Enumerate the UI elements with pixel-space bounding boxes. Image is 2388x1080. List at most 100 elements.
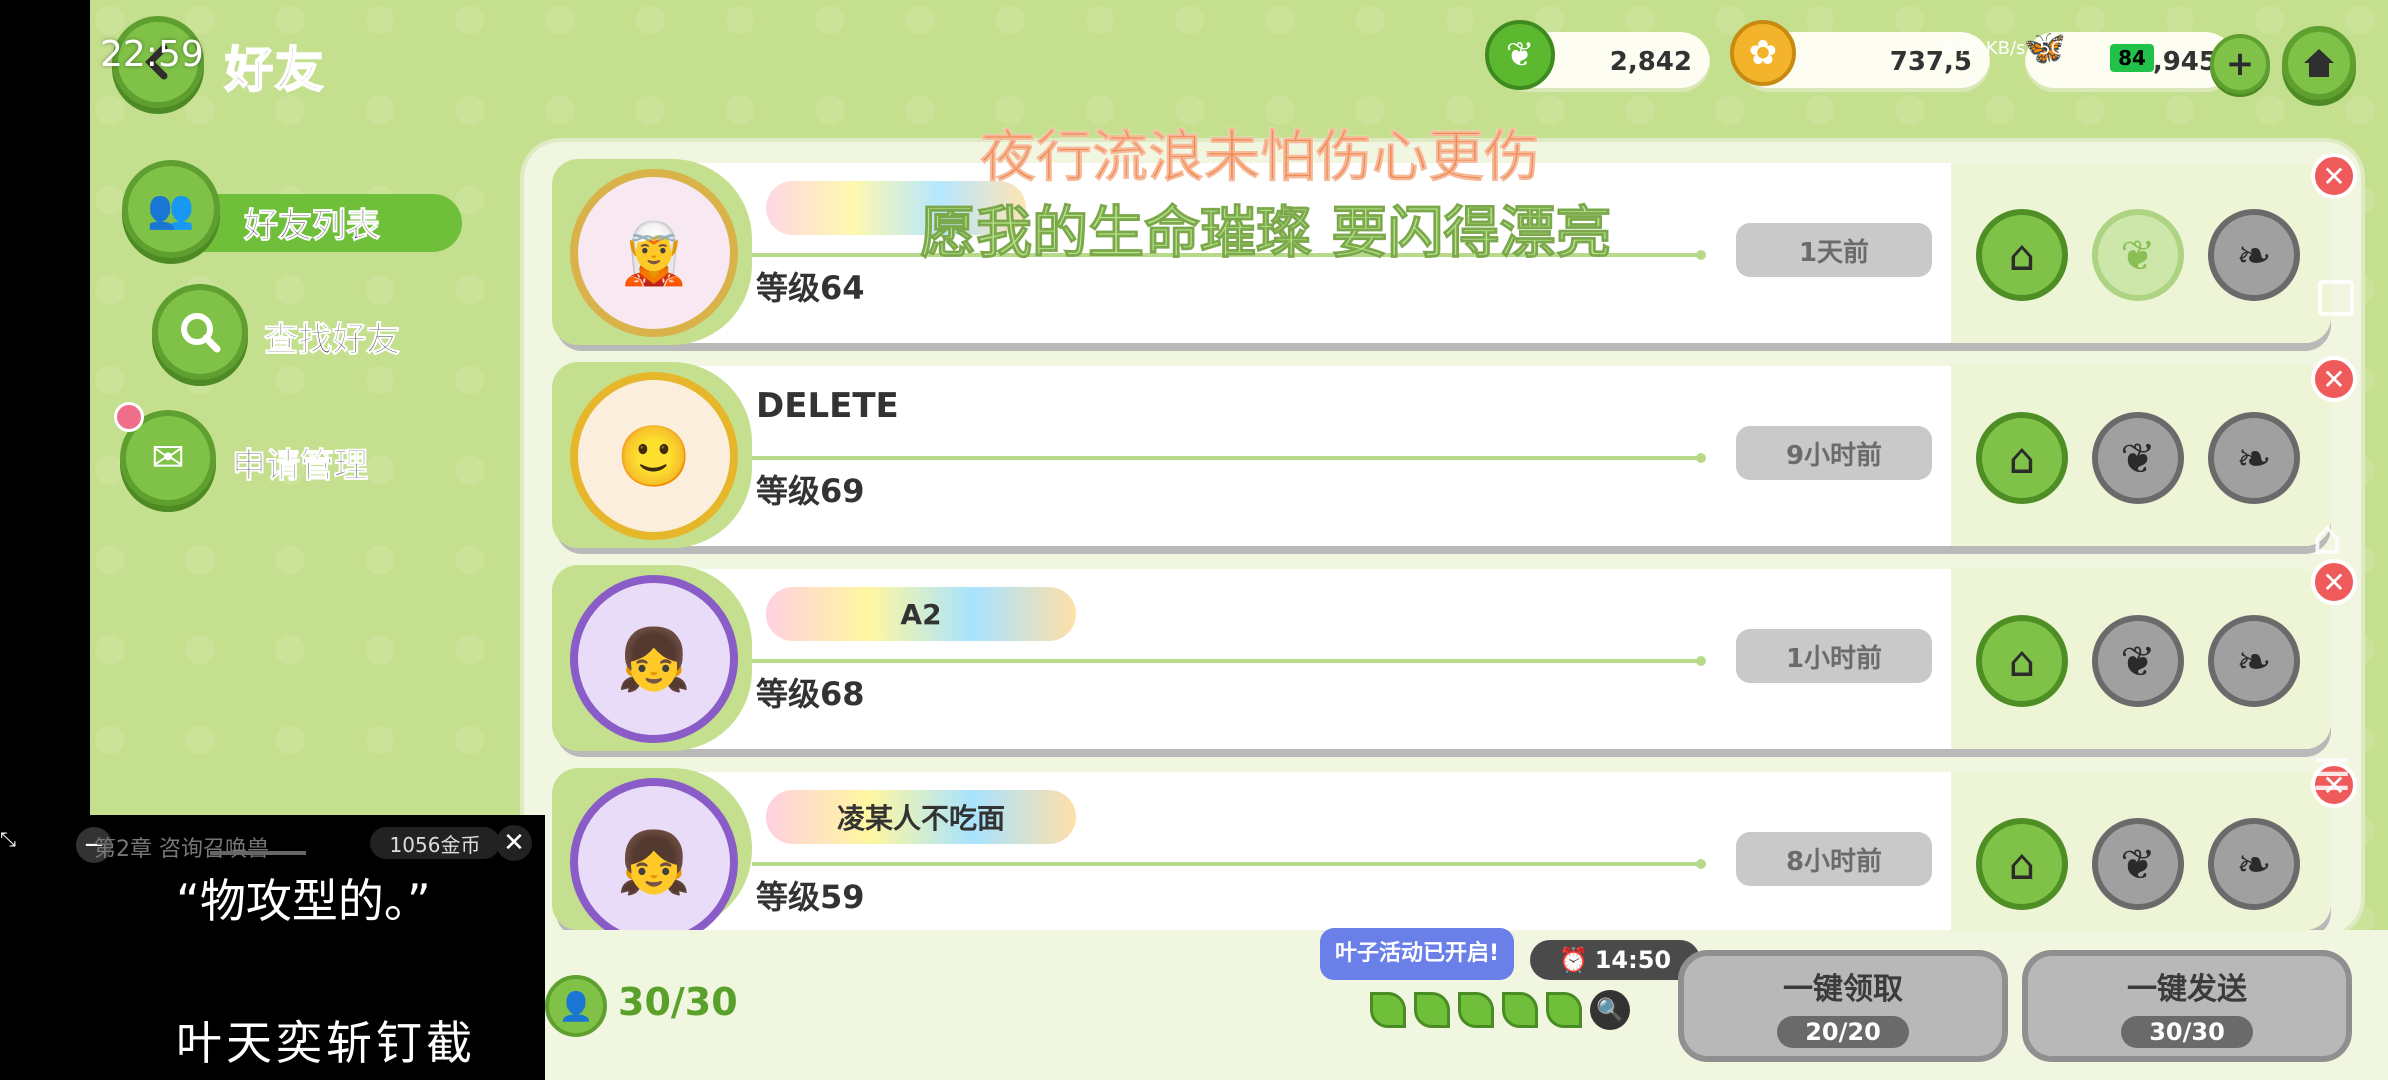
sidebar-item-find-friend[interactable]: 查找好友: [152, 284, 442, 384]
send-leaf-button[interactable]: ❧: [2208, 818, 2300, 910]
avatar-frame: 🧝: [552, 159, 752, 345]
friend-count-icon: 👤: [545, 975, 607, 1037]
search-icon: [152, 284, 248, 380]
reader-text-line-2: 叶天奕斩钉截: [176, 1016, 476, 1070]
coin-pill: 1056金币: [370, 827, 500, 859]
send-leaf-icon: ❧: [2236, 433, 2272, 483]
plus-icon: +: [2225, 44, 2255, 84]
last-seen-badge: 1小时前: [1736, 629, 1932, 683]
collect-all-count: 20/20: [1777, 1016, 1909, 1048]
leaf-icon: [1546, 992, 1582, 1028]
avatar: 👧: [570, 575, 738, 743]
visit-home-button[interactable]: ⌂: [1976, 818, 2068, 910]
battery-indicator: 84: [2110, 44, 2154, 72]
send-leaf-button[interactable]: ❧: [2208, 209, 2300, 301]
send-leaf-icon: ❧: [2236, 230, 2272, 280]
floating-nav-menu-icon[interactable]: ☰: [2312, 750, 2351, 801]
collect-leaf-button[interactable]: ❦: [2092, 818, 2184, 910]
collect-leaf-button[interactable]: ❦: [2092, 615, 2184, 707]
net-speed: 9.70 KB/s: [1940, 38, 2026, 59]
alarm-clock-icon: ⏰: [1558, 946, 1589, 974]
name-plate: 凌某人不吃面: [766, 790, 1076, 844]
intimacy-bar: [752, 656, 1706, 666]
chapter-title: 第2章 咨询召唤兽: [94, 837, 269, 862]
floating-nav-home-icon[interactable]: ⌂: [2312, 510, 2342, 566]
house-icon: ⌂: [2008, 839, 2036, 889]
left-black-margin: [0, 0, 90, 815]
event-bubble: 叶子活动已开启!: [1320, 928, 1514, 980]
magnifier-icon[interactable]: 🔍: [1590, 990, 1630, 1030]
last-seen-badge: 9小时前: [1736, 426, 1932, 480]
coin-amount: 1056金币: [389, 832, 481, 857]
send-leaf-icon: ❧: [2236, 636, 2272, 686]
event-timer: ⏰ 14:50: [1530, 940, 1700, 980]
page-title: 好友: [224, 41, 326, 99]
friend-row: 👧 凌某人不吃面 等级59 8小时前 ⌂ ❦ ❧ ✕: [552, 762, 2357, 946]
leaf-icon: ❦: [2120, 839, 2156, 889]
send-leaf-button[interactable]: ❧: [2208, 615, 2300, 707]
close-reader-button[interactable]: ✕: [496, 825, 532, 861]
leaf-icon: ❦: [2120, 636, 2156, 686]
timer-text: 14:50: [1594, 946, 1672, 974]
last-seen-badge: 1天前: [1736, 223, 1932, 277]
status-time: 22:59: [100, 34, 204, 75]
lyric-line-2: 愿我的生命璀璨 要闪得漂亮: [920, 201, 1612, 267]
sidebar-item-label: 查找好友: [264, 320, 401, 361]
sidebar-item-label: 申请管理: [232, 446, 369, 487]
collect-leaf-button[interactable]: ❦: [2092, 412, 2184, 504]
resize-icon[interactable]: ⤡: [0, 827, 16, 851]
collect-all-label: 一键领取: [1783, 972, 1903, 1007]
send-all-count: 30/30: [2121, 1016, 2253, 1048]
friend-level: 等级69: [756, 472, 865, 510]
friend-level: 等级64: [756, 269, 865, 307]
add-currency-button[interactable]: +: [2210, 34, 2270, 94]
sidebar-item-label: 好友列表: [244, 206, 381, 247]
leaf-progress: 🔍: [1370, 990, 1630, 1030]
avatar-frame: 👧: [552, 768, 752, 946]
collect-all-button[interactable]: 一键领取 20/20: [1678, 950, 2008, 1062]
signal-label: 5G: [2039, 38, 2065, 59]
floating-reader-window[interactable]: ⤡ − 第2章 咨询召唤兽 1056金币 ✕ “物攻型的。” 叶天奕斩钉截: [0, 815, 545, 1080]
collect-leaf-button[interactable]: ❦: [2092, 209, 2184, 301]
friend-name: A2: [900, 597, 942, 631]
friend-count: 30/30: [618, 980, 738, 1024]
battery-level: 84: [2118, 46, 2146, 70]
avatar: 🙂: [570, 372, 738, 540]
progress-bar: [210, 851, 306, 855]
intimacy-bar: [752, 859, 1706, 869]
send-all-button[interactable]: 一键发送 30/30: [2022, 950, 2352, 1062]
leaf-icon: [1414, 992, 1450, 1028]
network-indicators: 9.70 KB/s 5G: [1940, 38, 2065, 59]
event-bubble-text: 叶子活动已开启!: [1334, 941, 1500, 966]
last-seen-badge: 8小时前: [1736, 832, 1932, 886]
leaf-icon: [1502, 992, 1538, 1028]
leaf-icon: [1458, 992, 1494, 1028]
friend-level: 等级68: [756, 675, 865, 713]
leaf-count: 2,842: [1609, 47, 1692, 77]
leaf-icon: ❦: [2120, 433, 2156, 483]
visit-home-button[interactable]: ⌂: [1976, 615, 2068, 707]
leaf-icon: ❦: [1485, 20, 1555, 90]
avatar: 👧: [570, 778, 738, 946]
avatar-frame: 🙂: [552, 362, 752, 548]
home-button[interactable]: [2282, 26, 2356, 100]
notification-flower-icon: [114, 402, 144, 432]
sidebar-item-friend-list[interactable]: 👥 好友列表: [122, 160, 462, 260]
floating-nav-square[interactable]: [2318, 280, 2354, 316]
lyric-line-1: 夜行流浪未怕伤心更伤: [980, 125, 1541, 191]
house-icon: ⌂: [2008, 636, 2036, 686]
friend-name: DELETE: [756, 386, 899, 426]
avatar: 🧝: [570, 169, 738, 337]
send-leaf-button[interactable]: ❧: [2208, 412, 2300, 504]
remove-friend-button[interactable]: ✕: [2311, 356, 2357, 402]
reader-text-line-1: “物攻型的。”: [176, 874, 431, 928]
friend-row: 👧 A2 等级68 1小时前 ⌂ ❦ ❧ ✕: [552, 559, 2357, 751]
friend-row: 🙂 DELETE 等级69 9小时前 ⌂ ❦ ❧ ✕: [552, 356, 2357, 548]
visit-home-button[interactable]: ⌂: [1976, 412, 2068, 504]
remove-friend-button[interactable]: ✕: [2311, 153, 2357, 199]
sidebar-item-requests[interactable]: ✉ 申请管理: [114, 402, 410, 510]
house-icon: ⌂: [2008, 230, 2036, 280]
visit-home-button[interactable]: ⌂: [1976, 209, 2068, 301]
house-icon: ⌂: [2008, 433, 2036, 483]
friend-level: 等级59: [756, 878, 865, 916]
